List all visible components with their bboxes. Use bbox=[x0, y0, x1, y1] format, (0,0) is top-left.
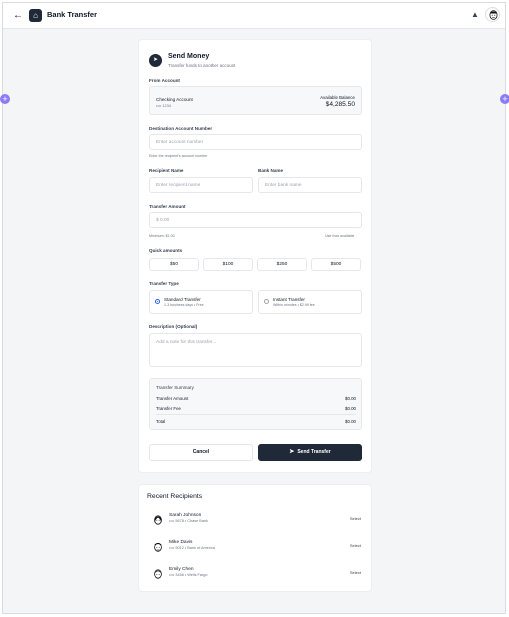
quick-amount-250[interactable]: $250 bbox=[257, 258, 307, 271]
recipient-avatar bbox=[151, 540, 165, 554]
option-sub: Within minutes • $2.99 fee bbox=[273, 303, 315, 307]
recipient-row[interactable]: Mike Davis •••• 9012 • Bank of America S… bbox=[147, 538, 363, 558]
amount-minimum: Minimum: $1.00 bbox=[149, 234, 175, 238]
from-account-box[interactable]: Checking Account •••• 1234 Available Bal… bbox=[149, 86, 362, 115]
from-account-label: From Account bbox=[149, 78, 180, 83]
form-title: Send Money bbox=[168, 53, 210, 60]
select-link[interactable]: Select bbox=[350, 543, 361, 548]
avatar-face-icon bbox=[154, 569, 162, 579]
option-title: Instant Transfer bbox=[273, 297, 305, 302]
recipient-name: Emily Chen bbox=[169, 567, 194, 572]
select-link[interactable]: Select bbox=[350, 570, 361, 575]
balance-label: Available Balance bbox=[320, 95, 355, 100]
summary-total-value: $0.00 bbox=[345, 419, 356, 424]
summary-amount-value: $0.00 bbox=[345, 396, 356, 401]
option-sub: 1-3 business days • Free bbox=[164, 303, 204, 307]
avatar-face-icon bbox=[154, 542, 162, 552]
avatar-face-icon bbox=[154, 515, 162, 525]
bell-icon[interactable]: ▲ bbox=[469, 9, 481, 21]
app-frame: ← ⌂ Bank Transfer ▲ + + ➤ Send Money Tra… bbox=[0, 2, 509, 614]
radio-unselected[interactable] bbox=[264, 299, 269, 304]
bank-name-input[interactable]: Enter bank name bbox=[258, 177, 362, 193]
send-transfer-label: Send Transfer bbox=[297, 449, 331, 455]
bank-label: Bank Name bbox=[258, 168, 284, 173]
avatar-face-icon bbox=[489, 10, 498, 20]
account-name: Checking Account bbox=[156, 97, 193, 102]
summary-divider bbox=[156, 414, 356, 415]
summary-amount-row: Transfer Amount $0.00 bbox=[156, 396, 356, 401]
recipient-name: Sarah Johnson bbox=[169, 513, 202, 518]
recipient-row[interactable]: Emily Chen •••• 3456 • Wells Fargo Selec… bbox=[147, 565, 363, 585]
quick-amount-100[interactable]: $100 bbox=[203, 258, 253, 271]
recipient-details: •••• 9012 • Bank of America bbox=[169, 546, 215, 550]
arrow-left-icon[interactable]: ← bbox=[11, 9, 25, 23]
recipient-row[interactable]: Sarah Johnson •••• 5678 • Chase Bank Sel… bbox=[147, 511, 363, 531]
balance-value: $4,285.50 bbox=[325, 101, 355, 108]
recent-recipients-card: Recent Recipients Sarah Johnson •••• 567… bbox=[138, 484, 372, 592]
select-link[interactable]: Select bbox=[350, 516, 361, 521]
summary-fee-label: Transfer Fee bbox=[156, 406, 181, 411]
quick-amount-50[interactable]: $50 bbox=[149, 258, 199, 271]
recipient-details: •••• 5678 • Chase Bank bbox=[169, 519, 208, 523]
radio-selected[interactable] bbox=[155, 299, 160, 304]
summary-title: Transfer Summary bbox=[156, 385, 194, 390]
top-bar: ← ⌂ Bank Transfer ▲ bbox=[3, 3, 505, 29]
option-title: Standard Transfer bbox=[164, 297, 201, 302]
destination-hint: Enter the recipient's account number bbox=[149, 154, 208, 158]
bank-icon: ⌂ bbox=[29, 9, 42, 22]
recent-recipients-title: Recent Recipients bbox=[147, 493, 203, 500]
cancel-button[interactable]: Cancel bbox=[149, 444, 253, 461]
account-mask: •••• 1234 bbox=[156, 104, 171, 108]
summary-amount-label: Transfer Amount bbox=[156, 396, 189, 401]
summary-fee-value: $0.00 bbox=[345, 406, 356, 411]
paper-plane-icon: ➤ bbox=[289, 449, 295, 455]
send-icon: ➤ bbox=[149, 54, 162, 67]
quick-amount-500[interactable]: $500 bbox=[311, 258, 361, 271]
recipient-details: •••• 3456 • Wells Fargo bbox=[169, 573, 208, 577]
recipient-avatar bbox=[151, 567, 165, 581]
amount-label: Transfer Amount bbox=[149, 204, 186, 209]
right-add-icon[interactable]: + bbox=[500, 94, 509, 104]
standard-transfer-option[interactable]: Standard Transfer 1-3 business days • Fr… bbox=[149, 290, 253, 314]
destination-account-input[interactable]: Enter account number bbox=[149, 134, 362, 150]
send-transfer-button[interactable]: ➤ Send Transfer bbox=[258, 444, 362, 461]
avatar[interactable] bbox=[485, 7, 500, 22]
form-subtitle: Transfer funds to another account bbox=[168, 63, 236, 68]
instant-transfer-option[interactable]: Instant Transfer Within minutes • $2.99 … bbox=[258, 290, 362, 314]
description-label: Description (Optional) bbox=[149, 324, 198, 329]
transfer-summary: Transfer Summary Transfer Amount $0.00 T… bbox=[149, 378, 362, 430]
recipient-name: Mike Davis bbox=[169, 540, 193, 545]
page-title: Bank Transfer bbox=[47, 10, 98, 19]
description-textarea[interactable]: Add a note for this transfer... bbox=[149, 333, 362, 367]
recipient-label: Recipient Name bbox=[149, 168, 184, 173]
quick-amounts-label: Quick amounts bbox=[149, 248, 183, 253]
left-add-icon[interactable]: + bbox=[0, 94, 10, 104]
destination-label: Destination Account Number bbox=[149, 126, 213, 131]
recipient-name-input[interactable]: Enter recipient name bbox=[149, 177, 253, 193]
send-money-card: ➤ Send Money Transfer funds to another a… bbox=[138, 39, 372, 473]
amount-input[interactable]: $ 0.00 bbox=[149, 212, 362, 228]
transfer-type-label: Transfer Type bbox=[149, 281, 179, 286]
use-max-link[interactable]: Use max available bbox=[325, 234, 354, 238]
recipient-avatar bbox=[151, 513, 165, 527]
summary-fee-row: Transfer Fee $0.00 bbox=[156, 406, 356, 411]
summary-total-label: Total bbox=[156, 419, 166, 424]
summary-total-row: Total $0.00 bbox=[156, 419, 356, 424]
